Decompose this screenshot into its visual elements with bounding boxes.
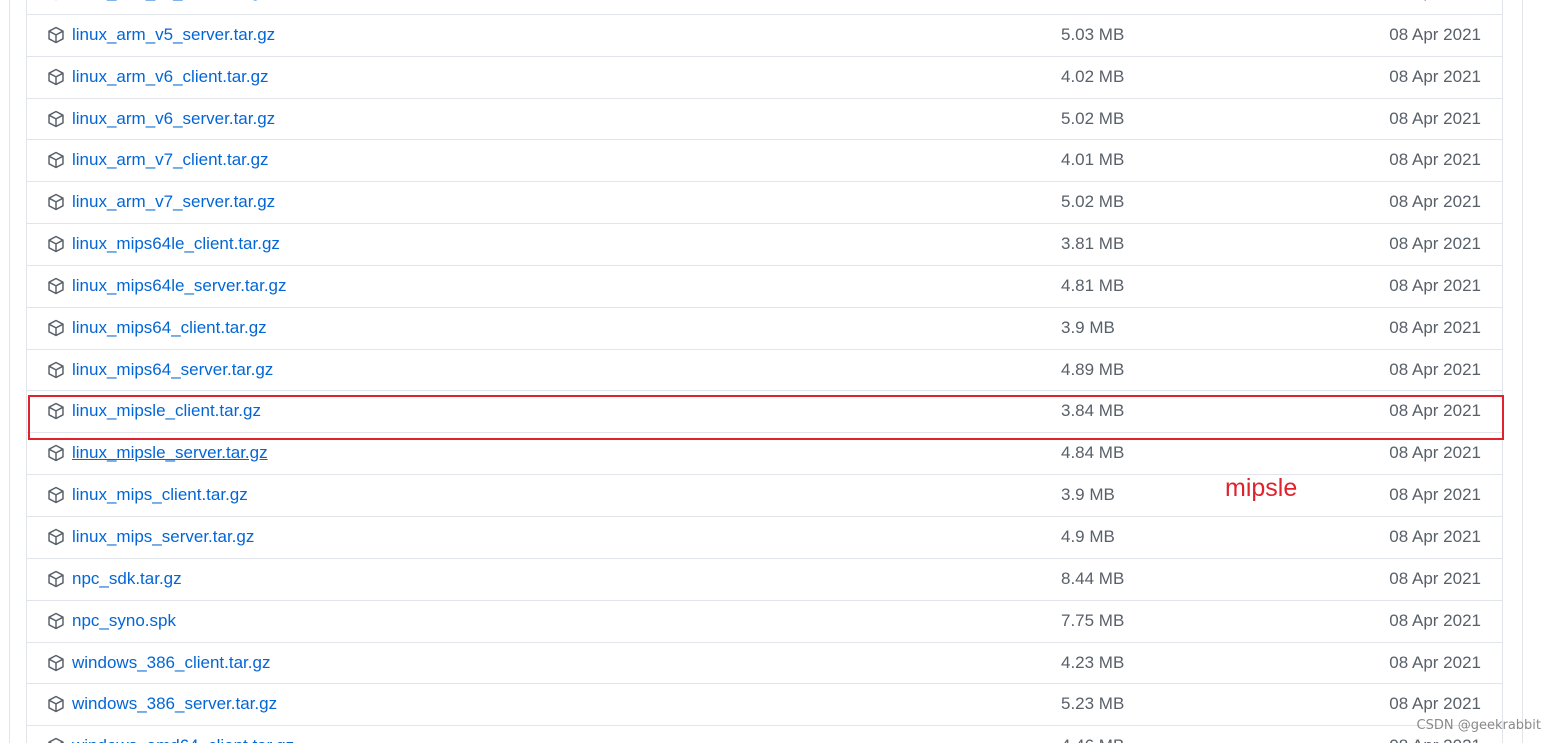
asset-download-link[interactable]: linux_arm_v6_client.tar.gz bbox=[72, 66, 269, 88]
asset-size: 4.02 MB bbox=[1061, 66, 1125, 86]
asset-size: 4.89 MB bbox=[1061, 359, 1125, 379]
asset-size: 3.81 MB bbox=[1061, 234, 1125, 254]
asset-size: 5.02 MB bbox=[1061, 192, 1125, 212]
asset-size: 7.75 MB bbox=[1061, 610, 1125, 630]
package-icon bbox=[47, 26, 65, 44]
asset-date: 08 Apr 2021 bbox=[1389, 0, 1481, 3]
asset-size: 4.03 MB bbox=[1061, 0, 1124, 3]
asset-date: 08 Apr 2021 bbox=[1389, 735, 1481, 743]
package-icon bbox=[47, 654, 65, 672]
asset-date: 08 Apr 2021 bbox=[1389, 275, 1481, 295]
asset-download-link[interactable]: linux_mips64le_client.tar.gz bbox=[72, 233, 280, 255]
asset-row: linux_arm_v6_server.tar.gz 5.02 MB 08 Ap… bbox=[27, 97, 1502, 140]
asset-download-link[interactable]: linux_mipsle_client.tar.gz bbox=[72, 400, 261, 422]
asset-download-link[interactable]: linux_mips_server.tar.gz bbox=[72, 526, 254, 548]
package-icon bbox=[47, 402, 65, 420]
asset-download-link[interactable]: npc_sdk.tar.gz bbox=[72, 568, 182, 590]
package-icon bbox=[47, 0, 65, 1]
asset-row: linux_arm_v7_server.tar.gz 5.02 MB 08 Ap… bbox=[27, 181, 1502, 223]
asset-date: 08 Apr 2021 bbox=[1389, 443, 1481, 463]
asset-size: 3.9 MB bbox=[1061, 485, 1115, 505]
annotation-label: mipsle bbox=[1225, 474, 1298, 502]
package-icon bbox=[47, 68, 65, 86]
asset-date: 08 Apr 2021 bbox=[1389, 610, 1481, 630]
asset-row: windows_386_server.tar.gz 5.23 MB 08 Apr… bbox=[27, 683, 1502, 725]
asset-row: linux_arm_v5_client.tar.gz 4.03 MB 08 Ap… bbox=[27, 0, 1502, 14]
asset-size: 3.9 MB bbox=[1061, 317, 1115, 337]
package-icon bbox=[47, 570, 65, 588]
package-icon bbox=[47, 361, 65, 379]
asset-date: 08 Apr 2021 bbox=[1389, 652, 1481, 672]
asset-row: linux_mipsle_server.tar.gz 4.84 MB 08 Ap… bbox=[27, 432, 1502, 474]
asset-date: 08 Apr 2021 bbox=[1389, 485, 1481, 505]
package-icon bbox=[47, 737, 65, 743]
asset-row: windows_amd64_client.tar.gz 4.46 MB 08 A… bbox=[27, 725, 1502, 743]
asset-row: linux_arm_v6_client.tar.gz 4.02 MB 08 Ap… bbox=[27, 55, 1502, 98]
asset-download-link[interactable]: linux_mips_client.tar.gz bbox=[72, 484, 248, 506]
asset-date: 08 Apr 2021 bbox=[1389, 694, 1481, 714]
asset-row: linux_mips64_client.tar.gz 3.9 MB 08 Apr… bbox=[27, 306, 1502, 349]
asset-date: 08 Apr 2021 bbox=[1389, 150, 1481, 170]
asset-date: 08 Apr 2021 bbox=[1389, 66, 1481, 86]
asset-date: 08 Apr 2021 bbox=[1389, 192, 1481, 212]
package-icon bbox=[47, 235, 65, 253]
watermark: CSDN @geekrabbit bbox=[1416, 718, 1542, 733]
asset-download-link[interactable]: linux_arm_v5_client.tar.gz bbox=[72, 0, 269, 3]
asset-date: 08 Apr 2021 bbox=[1389, 317, 1481, 337]
asset-row: npc_sdk.tar.gz 8.44 MB 08 Apr 2021 bbox=[27, 557, 1502, 600]
package-icon bbox=[47, 444, 65, 462]
asset-size: 4.23 MB bbox=[1061, 652, 1125, 672]
asset-download-link[interactable]: linux_arm_v6_server.tar.gz bbox=[72, 108, 275, 130]
asset-size: 4.81 MB bbox=[1061, 275, 1125, 295]
asset-date: 08 Apr 2021 bbox=[1389, 401, 1481, 421]
asset-row: linux_mipsle_client.tar.gz 3.84 MB 08 Ap… bbox=[27, 390, 1502, 432]
package-icon bbox=[47, 695, 65, 713]
asset-row: linux_mips64_server.tar.gz 4.89 MB 08 Ap… bbox=[27, 348, 1502, 391]
asset-size: 5.23 MB bbox=[1061, 694, 1125, 714]
asset-row: linux_mips_server.tar.gz 4.9 MB 08 Apr 2… bbox=[27, 515, 1502, 558]
package-icon bbox=[47, 277, 65, 295]
asset-size: 4.01 MB bbox=[1061, 150, 1125, 170]
asset-row: linux_arm_v5_server.tar.gz 5.03 MB 08 Ap… bbox=[27, 13, 1502, 56]
package-icon bbox=[47, 110, 65, 128]
asset-date: 08 Apr 2021 bbox=[1389, 359, 1481, 379]
package-icon bbox=[47, 151, 65, 169]
package-icon bbox=[47, 319, 65, 337]
asset-download-link[interactable]: linux_mips64le_server.tar.gz bbox=[72, 275, 287, 297]
asset-size: 3.84 MB bbox=[1061, 401, 1125, 421]
asset-date: 08 Apr 2021 bbox=[1389, 234, 1481, 254]
asset-row: npc_syno.spk 7.75 MB 08 Apr 2021 bbox=[27, 599, 1502, 642]
asset-download-link[interactable]: linux_mips64_client.tar.gz bbox=[72, 317, 267, 339]
asset-date: 08 Apr 2021 bbox=[1389, 526, 1481, 546]
asset-size: 5.02 MB bbox=[1061, 108, 1125, 128]
asset-date: 08 Apr 2021 bbox=[1389, 108, 1481, 128]
page: linux_arm_v5_client.tar.gz 4.03 MB 08 Ap… bbox=[0, 0, 1555, 743]
package-icon bbox=[47, 528, 65, 546]
assets-list: linux_arm_v5_client.tar.gz 4.03 MB 08 Ap… bbox=[26, 0, 1503, 743]
asset-download-link[interactable]: windows_amd64_client.tar.gz bbox=[72, 735, 294, 743]
asset-date: 08 Apr 2021 bbox=[1389, 24, 1481, 44]
asset-download-link[interactable]: linux_arm_v7_server.tar.gz bbox=[72, 191, 275, 213]
asset-size: 4.84 MB bbox=[1061, 443, 1125, 463]
asset-download-link[interactable]: linux_arm_v7_client.tar.gz bbox=[72, 149, 269, 171]
asset-download-link[interactable]: npc_syno.spk bbox=[72, 610, 176, 632]
asset-date: 08 Apr 2021 bbox=[1389, 568, 1481, 588]
asset-row: linux_mips64le_client.tar.gz 3.81 MB 08 … bbox=[27, 223, 1502, 265]
asset-download-link[interactable]: linux_arm_v5_server.tar.gz bbox=[72, 24, 275, 46]
asset-size: 5.03 MB bbox=[1061, 24, 1125, 44]
asset-download-link[interactable]: linux_mips64_server.tar.gz bbox=[72, 359, 273, 381]
package-icon bbox=[47, 486, 65, 504]
asset-download-link[interactable]: windows_386_client.tar.gz bbox=[72, 652, 270, 674]
asset-size: 4.9 MB bbox=[1061, 526, 1115, 546]
asset-download-link[interactable]: linux_mipsle_server.tar.gz bbox=[72, 442, 268, 464]
asset-download-link[interactable]: windows_386_server.tar.gz bbox=[72, 693, 277, 715]
package-icon bbox=[47, 612, 65, 630]
asset-row: linux_mips64le_server.tar.gz 4.81 MB 08 … bbox=[27, 264, 1502, 307]
asset-size: 8.44 MB bbox=[1061, 568, 1125, 588]
asset-row: linux_arm_v7_client.tar.gz 4.01 MB 08 Ap… bbox=[27, 139, 1502, 181]
asset-size: 4.46 MB bbox=[1061, 735, 1124, 743]
package-icon bbox=[47, 193, 65, 211]
asset-row: windows_386_client.tar.gz 4.23 MB 08 Apr… bbox=[27, 641, 1502, 684]
